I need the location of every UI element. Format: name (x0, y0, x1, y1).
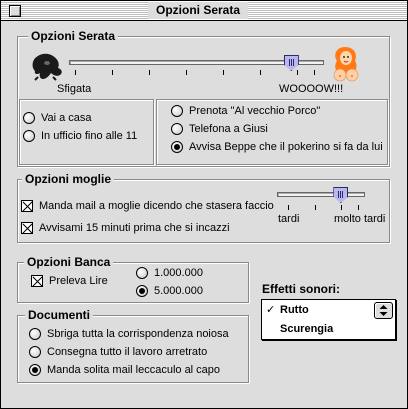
radio-label: In ufficio fino alle 11 (41, 130, 138, 142)
radio-dot (23, 112, 35, 124)
effetti-label: Effetti sonori: (262, 282, 340, 296)
radio-dot-selected (29, 364, 41, 376)
radio-dot (29, 346, 41, 358)
radio-dot (23, 130, 35, 142)
banca-group-title: Opzioni Banca (24, 255, 114, 269)
check-mark-icon: ✓ (266, 304, 276, 316)
moglie-slider-tick (315, 205, 316, 210)
radio-consegna[interactable]: Consegna tutto il lavoro arretrato (29, 346, 207, 358)
gorilla-icon (32, 53, 62, 81)
radio-label: Manda solita mail leccaculo al capo (47, 364, 221, 376)
radio-avvisa-beppe[interactable]: Avvisa Beppe che il pokerino si fa da lu… (171, 141, 383, 153)
radio-dot (171, 105, 183, 117)
moglie-slider-max-label: molto tardi (334, 213, 386, 225)
effetti-sonori-popup[interactable]: ✓ Rutto Scurengia (261, 299, 396, 340)
serata-slider-tick (314, 70, 315, 75)
serata-slider-tick (297, 70, 298, 75)
checkbox-manda-mail[interactable]: Manda mail a moglie dicendo che stasera … (21, 200, 274, 212)
title-bar[interactable]: Opzioni Serata (1, 1, 407, 21)
radio-vai-a-casa[interactable]: Vai a casa (23, 112, 92, 124)
radio-label: Prenota "Al vecchio Porco" (189, 105, 321, 117)
radio-prenota[interactable]: Prenota "Al vecchio Porco" (171, 105, 320, 117)
radio-in-ufficio[interactable]: In ufficio fino alle 11 (23, 130, 137, 142)
serata-slider-tick (112, 70, 113, 75)
checkbox-preleva-lire[interactable]: Preleva Lire (31, 275, 108, 287)
radio-label: Telefona a Giusi (189, 123, 268, 135)
radio-dot (29, 328, 41, 340)
radio-dot (136, 267, 148, 279)
serata-slider-tick (186, 70, 187, 75)
checkbox-avvisami[interactable]: Avvisami 15 minuti prima che si incazzi (21, 222, 230, 234)
radio-label: Avvisa Beppe che il pokerino si fa da lu… (189, 141, 383, 153)
serata-slider-tick (149, 70, 150, 75)
radio-label: Vai a casa (41, 112, 92, 124)
close-box-icon[interactable] (9, 5, 21, 17)
moglie-slider-tick (341, 205, 342, 210)
serata-slider-min-label: Sfigata (57, 83, 92, 95)
checkbox-box-checked (21, 200, 33, 212)
moglie-slider-min-label: tardi (278, 213, 300, 225)
radio-telefona[interactable]: Telefona a Giusi (171, 123, 268, 135)
window: Opzioni Serata Opzioni Serata Sfigata WO… (0, 0, 408, 409)
checkbox-label: Manda mail a moglie dicendo che stasera … (39, 200, 274, 212)
documenti-group-title: Documenti (25, 308, 94, 322)
radio-dot (171, 123, 183, 135)
popup-item-scurengia[interactable]: Scurengia (262, 320, 372, 338)
checkbox-box-checked (21, 222, 33, 234)
moglie-slider-tick (288, 205, 289, 210)
popup-item-label: Scurengia (280, 323, 334, 335)
popup-item-label: Rutto (280, 304, 309, 316)
serata-slider-tick (75, 70, 76, 75)
radio-1000000[interactable]: 1.000.000 (136, 267, 203, 279)
popup-item-rutto[interactable]: ✓ Rutto (262, 301, 372, 319)
serata-slider-max-label: WOOOOW!!! (279, 83, 344, 95)
moglie-slider-track[interactable] (277, 192, 365, 197)
moglie-slider-tick (358, 205, 359, 210)
radio-sbriga[interactable]: Sbriga tutta la corrispondenza noiosa (29, 328, 229, 340)
woman-icon (333, 47, 359, 82)
checkbox-label: Preleva Lire (49, 275, 108, 287)
window-title: Opzioni Serata (148, 2, 249, 19)
moglie-group-title: Opzioni moglie (22, 172, 114, 186)
popup-arrows-icon[interactable] (374, 302, 393, 319)
radio-5000000[interactable]: 5.000.000 (136, 285, 203, 297)
radio-dot-selected (136, 285, 148, 297)
checkbox-box-checked (31, 275, 43, 287)
radio-label: Sbriga tutta la corrispondenza noiosa (47, 328, 229, 340)
radio-label: 1.000.000 (154, 267, 203, 279)
checkbox-label: Avvisami 15 minuti prima che si incazzi (39, 222, 230, 234)
serata-group-title: Opzioni Serata (28, 29, 119, 43)
radio-label: Consegna tutto il lavoro arretrato (47, 346, 208, 358)
serata-slider-tick (260, 70, 261, 75)
radio-manda-solita-mail[interactable]: Manda solita mail leccaculo al capo (29, 364, 220, 376)
radio-label: 5.000.000 (154, 285, 203, 297)
up-down-arrows-icon (379, 305, 388, 316)
radio-dot-selected (171, 141, 183, 153)
serata-slider-tick (223, 70, 224, 75)
